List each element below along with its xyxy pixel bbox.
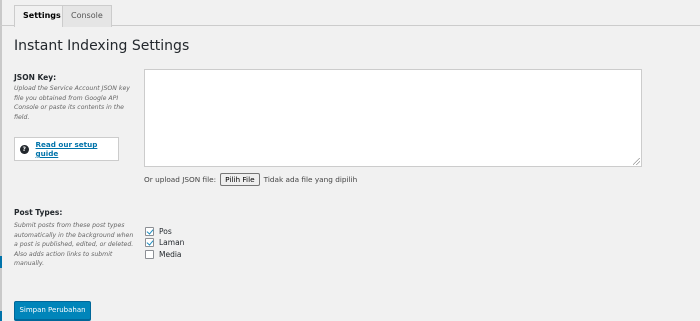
- json-key-label: JSON Key:: [14, 73, 57, 82]
- upload-label: Or upload JSON file:: [144, 174, 217, 184]
- checkbox-laman[interactable]: [145, 237, 154, 247]
- checkbox-media[interactable]: [145, 249, 154, 259]
- json-upload-row: Or upload JSON file: Pilih File Tidak ad…: [144, 172, 357, 186]
- sidebar-edge-marker: [0, 256, 2, 268]
- page-title: Instant Indexing Settings: [14, 38, 190, 54]
- save-changes-button[interactable]: Simpan Perubahan: [14, 301, 91, 320]
- post-types-description: Submit posts from these post types autom…: [14, 222, 134, 268]
- checkbox-pos[interactable]: [145, 226, 154, 236]
- admin-sidebar-edge: [0, 0, 2, 321]
- setup-guide-box: ? Read our setup guide: [14, 137, 119, 161]
- setup-guide-link[interactable]: Read our setup guide: [36, 140, 118, 158]
- sidebar-edge-marker: [0, 311, 2, 321]
- question-circle-icon: ?: [20, 144, 29, 154]
- post-types-label: Post Types:: [14, 208, 63, 217]
- post-type-laman[interactable]: Laman: [145, 237, 184, 247]
- tab-console[interactable]: Console: [62, 5, 112, 27]
- post-type-pos[interactable]: Pos: [145, 226, 172, 236]
- textarea-resize-handle[interactable]: [633, 158, 640, 165]
- file-status: Tidak ada file yang dipilih: [263, 174, 358, 184]
- post-type-media[interactable]: Media: [145, 249, 182, 259]
- checkbox-label: Pos: [159, 226, 172, 236]
- checkbox-label: Media: [159, 249, 182, 259]
- json-key-description: Upload the Service Account JSON key file…: [14, 85, 130, 121]
- settings-tabs: Settings Console: [0, 0, 700, 27]
- checkbox-label: Laman: [159, 237, 185, 247]
- json-key-textarea[interactable]: [144, 69, 642, 167]
- choose-file-button[interactable]: Pilih File: [220, 172, 260, 186]
